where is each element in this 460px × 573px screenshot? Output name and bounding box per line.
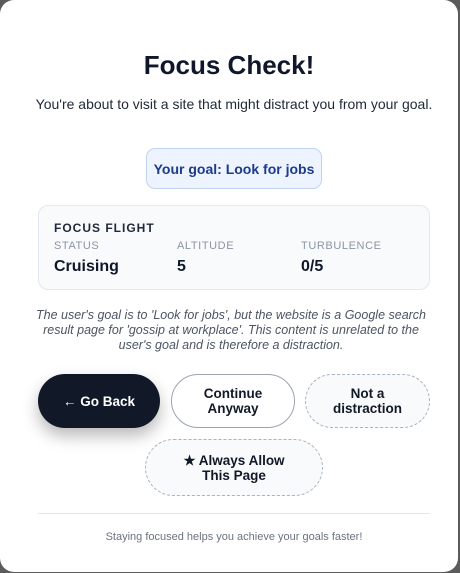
continue-label-line1: Continue (203, 386, 263, 401)
focus-flight-card: FOCUS FLIGHT STATUS Cruising ALTITUDE 5 … (38, 205, 430, 290)
dialog-subtitle: You're about to visit a site that might … (35, 96, 433, 112)
continue-label-line2: Anyway (207, 401, 259, 416)
status-value: Cruising (54, 258, 119, 275)
continue-anyway-button[interactable]: Continue Anyway (171, 374, 295, 428)
turbulence-stat: TURBULENCE 0/5 (301, 240, 382, 276)
goal-badge: Your goal: Look for jobs (146, 148, 322, 189)
dialog-title: Focus Check! (143, 50, 315, 80)
turbulence-label: TURBULENCE (301, 240, 382, 252)
not-distraction-label-line1: Not a (350, 386, 385, 401)
not-distraction-label-line2: distraction (332, 401, 402, 416)
turbulence-value: 0/5 (301, 258, 324, 275)
status-stat: STATUS Cruising (54, 240, 119, 276)
status-label: STATUS (54, 240, 100, 252)
always-allow-label-line2: This Page (202, 467, 266, 483)
always-allow-label-line1: ★ Always Allow (183, 452, 285, 468)
not-a-distraction-label: Not a distraction (333, 386, 402, 416)
goal-label: Your goal: Look for jobs (153, 160, 315, 177)
altitude-value: 5 (177, 258, 186, 275)
footer-message: Staying focused helps you achieve your g… (105, 531, 363, 543)
altitude-label: ALTITUDE (177, 240, 235, 252)
focus-check-dialog: Focus Check! You're about to visit a sit… (0, 0, 458, 572)
go-back-label: ← Go Back (62, 393, 136, 409)
distraction-explanation: The user's goal is to 'Look for jobs', b… (36, 308, 427, 352)
always-allow-label: ★ Always Allow This Page (183, 453, 284, 483)
focus-flight-heading: FOCUS FLIGHT (54, 221, 155, 235)
altitude-stat: ALTITUDE 5 (177, 240, 234, 276)
continue-anyway-label: Continue Anyway (204, 386, 263, 416)
not-a-distraction-button[interactable]: Not a distraction (305, 374, 430, 428)
always-allow-button[interactable]: ★ Always Allow This Page (145, 439, 323, 496)
footer-divider (38, 513, 430, 514)
go-back-button[interactable]: ← Go Back (38, 374, 160, 428)
